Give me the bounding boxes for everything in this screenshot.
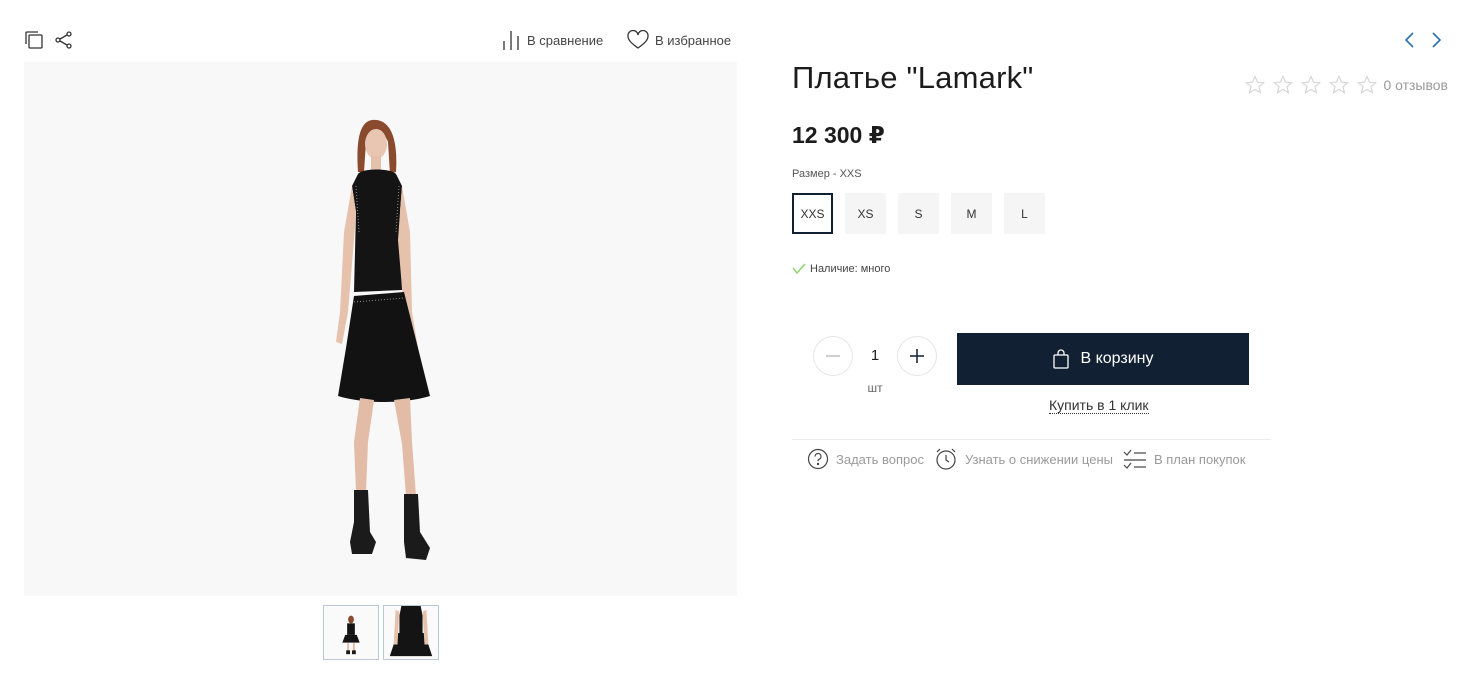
product-navigation [1402,30,1444,50]
size-option-s[interactable]: S [898,193,939,234]
quantity-unit: шт [867,381,883,395]
size-option-m[interactable]: M [951,193,992,234]
question-icon [807,448,829,470]
plus-icon [910,349,924,363]
minus-icon [826,355,840,357]
size-selector: XXS XS S M L [792,193,1045,234]
quantity-increase-button[interactable] [897,336,937,376]
price-drop-label: Узнать о снижении цены [964,451,1113,467]
alarm-clock-icon [936,448,956,470]
favorite-label: В избранное [655,32,732,48]
star-icon [1357,75,1378,95]
stock-status: Наличие: много [792,263,890,275]
thumbnail-2[interactable] [383,605,439,660]
heart-icon [627,30,649,49]
purchase-plan-button[interactable]: В план покупок [1123,448,1246,470]
star-icon [1245,75,1266,95]
thumbnail-2-image [384,606,438,659]
size-option-xs[interactable]: XS [845,193,886,234]
ask-question-label: Задать вопрос [836,451,924,467]
product-title: Платье "Lamark" [792,60,1034,95]
size-label: Размер - XXS [792,168,862,180]
reviews-count: 0 отзывов [1383,77,1448,93]
divider [792,439,1271,440]
chevron-right-icon[interactable] [1428,30,1444,50]
product-photo [336,119,430,560]
buy-one-click-link[interactable]: Купить в 1 клик [1049,397,1149,414]
quantity-value[interactable]: 1 [860,347,890,364]
compare-icon [503,31,519,50]
thumbnail-strip [323,605,439,660]
ask-question-button[interactable]: Задать вопрос [807,448,924,470]
product-price: 12 300 ₽ [792,122,885,148]
share-icon[interactable] [54,30,74,50]
add-to-cart-label: В корзину [1080,350,1154,367]
star-icon [1273,75,1294,95]
add-to-cart-button[interactable]: В корзину [957,333,1249,385]
chevron-left-icon[interactable] [1402,30,1418,50]
shopping-bag-icon [1053,349,1070,369]
rating[interactable]: 0 отзывов [1245,75,1448,95]
compare-button[interactable]: В сравнение [501,28,603,52]
quantity-decrease-button[interactable] [813,336,853,376]
compare-label: В сравнение [527,32,604,48]
purchase-plan-label: В план покупок [1153,451,1246,467]
check-icon [792,263,806,275]
price-drop-button[interactable]: Узнать о снижении цены [934,447,1113,471]
size-option-xxs[interactable]: XXS [792,193,833,234]
favorite-button[interactable]: В избранное [627,28,731,52]
star-icon [1301,75,1322,95]
size-option-l[interactable]: L [1004,193,1045,234]
stock-label: Наличие: много [810,263,891,275]
checklist-icon [1123,449,1146,469]
product-image[interactable] [24,62,737,596]
copy-icon[interactable] [24,30,44,50]
thumbnail-1[interactable] [323,605,379,660]
rating-stars [1245,75,1378,95]
extra-actions: Задать вопрос Узнать о снижении цены В п… [807,447,1245,471]
thumbnail-1-image [324,606,378,659]
star-icon [1329,75,1350,95]
